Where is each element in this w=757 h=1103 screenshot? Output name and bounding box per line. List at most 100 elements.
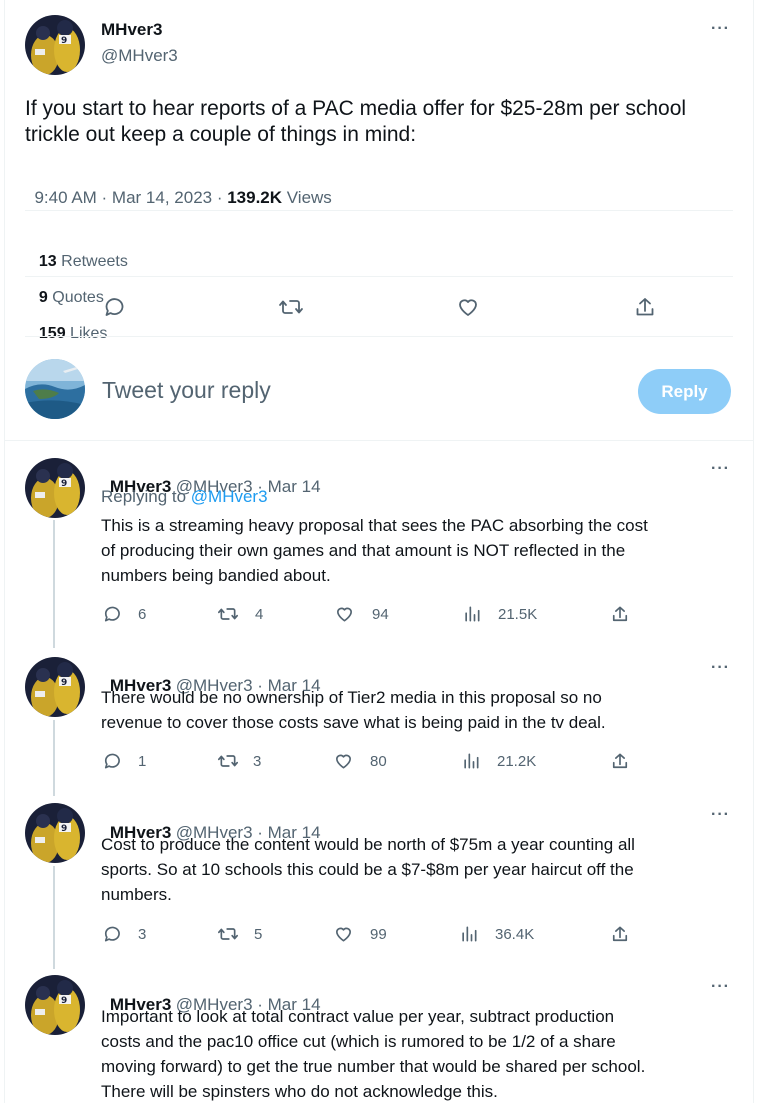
main-tweet-text-line: If you start to hear reports of a PAC me…	[25, 97, 687, 120]
reply-text-line: sports. So at 10 schools this could be a…	[101, 860, 634, 879]
reply-text-line: This is a streaming heavy proposal that …	[101, 516, 648, 535]
reply-icon[interactable]	[102, 924, 122, 944]
reply-icon[interactable]	[102, 751, 122, 771]
football-team-photo-icon: 9	[25, 15, 85, 75]
likes-stat[interactable]: 159 Likes	[39, 325, 108, 342]
thread-connector	[53, 720, 55, 796]
reply-count: 1	[138, 753, 147, 770]
coastline-photo-icon	[25, 359, 85, 419]
views-count: 36.4K	[495, 926, 535, 943]
views-count: 21.2K	[497, 753, 537, 770]
thread-connector	[53, 866, 55, 969]
retweet-icon[interactable]	[278, 295, 304, 319]
main-tweet-more-icon[interactable]: ···	[711, 20, 730, 38]
views-count: 139.2K	[227, 188, 283, 207]
reply-text: Important to look at total contract valu…	[101, 1004, 645, 1103]
divider	[25, 210, 733, 211]
reply-text-line: numbers.	[101, 885, 172, 904]
share-icon[interactable]	[633, 295, 657, 319]
views-count: 21.5K	[498, 606, 538, 623]
reply-icon[interactable]	[102, 295, 126, 319]
likes-label: Likes	[65, 325, 108, 342]
retweets-label: Retweets	[56, 253, 128, 270]
reply-input[interactable]: Tweet your reply	[102, 377, 271, 404]
like-count: 99	[370, 926, 387, 943]
replying-to: Replying to @MHver3	[101, 487, 268, 507]
share-icon[interactable]	[610, 751, 630, 771]
reply-text: This is a streaming heavy proposal that …	[101, 513, 648, 588]
main-tweet-avatar[interactable]: 9	[25, 15, 85, 75]
svg-text:9: 9	[61, 996, 67, 1006]
main-tweet-author-name[interactable]: MHver3	[101, 20, 162, 40]
reply-avatar[interactable]: 9	[25, 803, 85, 863]
reply-avatar[interactable]: 9	[25, 657, 85, 717]
quotes-label: Quotes	[47, 289, 104, 306]
like-icon[interactable]	[334, 604, 355, 624]
reply-more-icon[interactable]: ···	[711, 460, 730, 478]
share-icon[interactable]	[610, 924, 630, 944]
main-tweet-text: If you start to hear reports of a PAC me…	[25, 96, 686, 148]
retweet-count: 4	[255, 606, 264, 623]
section-divider	[5, 440, 754, 441]
reply-button[interactable]: Reply	[638, 369, 731, 414]
main-tweet-author-handle[interactable]: @MHver3	[101, 46, 178, 66]
reply-avatar[interactable]: 9	[25, 975, 85, 1035]
reply-text-line: There would be no ownership of Tier2 med…	[101, 688, 602, 707]
main-tweet-text-line: trickle out keep a couple of things in m…	[25, 123, 417, 146]
like-count: 80	[370, 753, 387, 770]
reply-more-icon[interactable]: ···	[711, 806, 730, 824]
quotes-stat[interactable]: 9 Quotes	[39, 289, 104, 306]
reply-count: 6	[138, 606, 147, 623]
reply-icon[interactable]	[102, 604, 122, 624]
reply-text-line: Important to look at total contract valu…	[101, 1007, 615, 1026]
svg-text:9: 9	[61, 678, 67, 688]
football-team-photo-icon: 9	[25, 458, 85, 518]
retweets-stat[interactable]: 13 Retweets	[39, 253, 128, 270]
retweet-count: 5	[254, 926, 263, 943]
reply-text-line: revenue to cover those costs save what i…	[101, 713, 606, 732]
main-tweet-timestamp-row: 9:40 AM · Mar 14, 2023 · 139.2K Views	[25, 168, 332, 208]
reply-text-line: costs and the pac10 office cut (which is…	[101, 1032, 616, 1051]
retweets-count: 13	[38, 253, 57, 270]
reply-text-line: There will be spinsters who do not ackno…	[101, 1082, 498, 1101]
football-team-photo-icon: 9	[25, 657, 85, 717]
reply-text: Cost to produce the content would be nor…	[101, 832, 635, 907]
main-tweet-time[interactable]: 9:40 AM · Mar 14, 2023 ·	[34, 188, 227, 207]
retweet-icon[interactable]	[217, 604, 239, 624]
reply-avatar[interactable]: 9	[25, 458, 85, 518]
retweet-icon[interactable]	[217, 751, 239, 771]
retweet-icon[interactable]	[217, 924, 239, 944]
reply-text-line: numbers being bandied about.	[101, 566, 331, 585]
thread-connector	[53, 520, 55, 648]
views-icon[interactable]	[461, 751, 481, 771]
quotes-count: 9	[38, 289, 48, 306]
reply-more-icon[interactable]: ···	[711, 659, 730, 677]
reply-more-icon[interactable]: ···	[711, 978, 730, 996]
divider	[25, 276, 733, 277]
views-label: Views	[282, 188, 332, 207]
retweet-count: 3	[253, 753, 262, 770]
share-icon[interactable]	[610, 604, 630, 624]
football-team-photo-icon: 9	[25, 975, 85, 1035]
main-tweet-stats-row: 13 Retweets 9 Quotes 159 Likes	[30, 235, 128, 343]
views-icon[interactable]	[462, 604, 482, 624]
like-count: 94	[372, 606, 389, 623]
replying-to-link[interactable]: @MHver3	[191, 487, 268, 506]
likes-count: 159	[38, 325, 66, 342]
reply-count: 3	[138, 926, 147, 943]
svg-text:9: 9	[61, 36, 67, 46]
reply-text-line: moving forward) to get the true number t…	[101, 1057, 646, 1076]
svg-text:9: 9	[61, 824, 67, 834]
views-icon[interactable]	[459, 924, 479, 944]
reply-text-line: of producing their own games and that am…	[101, 541, 626, 560]
divider	[25, 336, 733, 337]
football-team-photo-icon: 9	[25, 803, 85, 863]
svg-text:9: 9	[61, 479, 67, 489]
replying-to-prefix: Replying to	[101, 487, 191, 506]
like-icon[interactable]	[333, 751, 354, 771]
reply-text-line: Cost to produce the content would be nor…	[101, 835, 635, 854]
like-icon[interactable]	[333, 924, 354, 944]
reply-text: There would be no ownership of Tier2 med…	[101, 685, 606, 735]
like-icon[interactable]	[456, 295, 480, 319]
current-user-avatar[interactable]	[25, 359, 85, 419]
